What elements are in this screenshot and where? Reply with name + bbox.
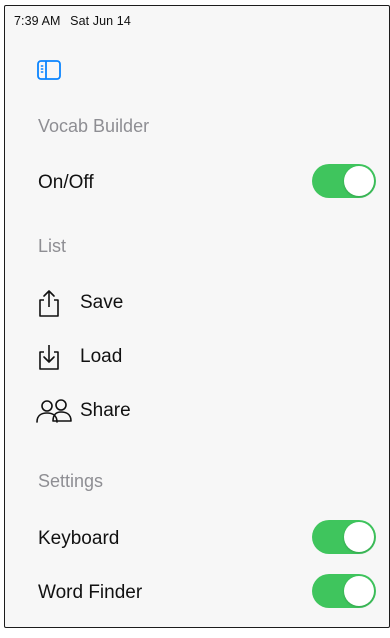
word-finder-label: Word Finder bbox=[38, 582, 143, 603]
list-item-share[interactable]: Share bbox=[35, 394, 131, 428]
sidebar-toggle-button[interactable] bbox=[37, 55, 77, 85]
download-tray-icon bbox=[35, 341, 75, 373]
toggle-knob bbox=[344, 166, 374, 196]
vocab-builder-toggle[interactable] bbox=[312, 164, 376, 198]
word-finder-toggle[interactable] bbox=[312, 574, 376, 608]
toggle-knob bbox=[344, 522, 374, 552]
section-header-vocab-builder: Vocab Builder bbox=[38, 116, 150, 136]
share-up-icon bbox=[35, 287, 75, 319]
toggle-knob bbox=[344, 576, 374, 606]
share-label: Share bbox=[80, 400, 131, 421]
people-icon bbox=[35, 395, 75, 427]
status-time: 7:39 AM bbox=[14, 14, 61, 28]
keyboard-label: Keyboard bbox=[38, 528, 120, 549]
status-date: Sat Jun 14 bbox=[70, 14, 131, 28]
save-label: Save bbox=[80, 292, 124, 313]
status-bar: 7:39 AM Sat Jun 14 bbox=[14, 14, 137, 28]
keyboard-toggle[interactable] bbox=[312, 520, 376, 554]
list-item-load[interactable]: Load bbox=[35, 340, 122, 374]
section-header-settings: Settings bbox=[38, 471, 104, 491]
sidebar-icon bbox=[37, 60, 61, 80]
on-off-label: On/Off bbox=[38, 172, 94, 193]
section-header-list: List bbox=[38, 236, 67, 256]
list-item-save[interactable]: Save bbox=[35, 286, 123, 320]
settings-sidebar: 7:39 AM Sat Jun 14 Vocab Builder On/Off … bbox=[4, 5, 390, 628]
load-label: Load bbox=[80, 346, 123, 367]
